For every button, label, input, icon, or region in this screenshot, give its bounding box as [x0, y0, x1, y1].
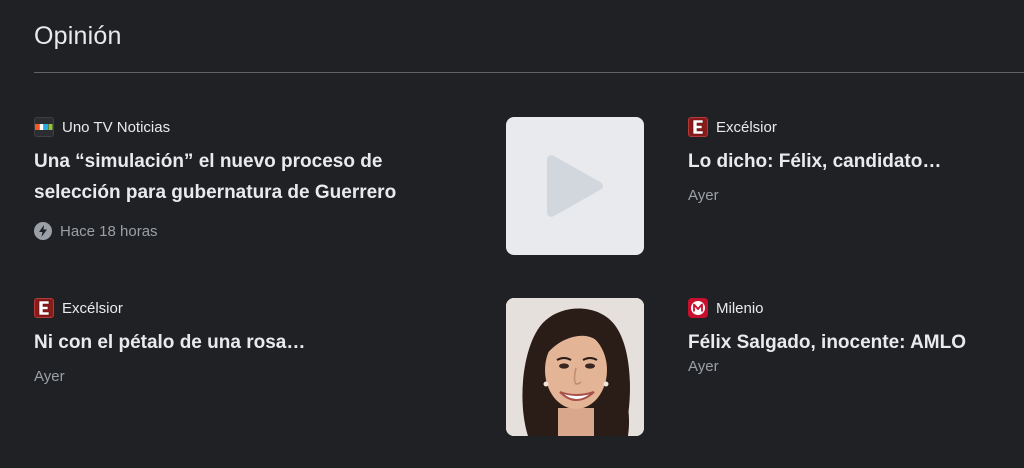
article-card-milenio[interactable]: Milenio Félix Salgado, inocente: AMLO Ay…	[688, 298, 1008, 375]
article-meta: Hace 18 horas	[34, 222, 474, 240]
article-card-excelsior-lo-dicho[interactable]: Excélsior Lo dicho: Félix, candidato… Ay…	[688, 117, 1008, 204]
article-card-unotv[interactable]: Uno TV Noticias Una “simulación” el nuev…	[34, 117, 474, 240]
article-time: Ayer	[34, 368, 65, 385]
article-meta: Ayer	[688, 358, 1008, 375]
source-name: Milenio	[716, 299, 764, 317]
article-time: Ayer	[688, 187, 719, 204]
article-time: Hace 18 horas	[60, 222, 158, 240]
article-source: Excélsior	[688, 117, 1008, 137]
excelsior-logo-icon	[688, 117, 708, 137]
article-time: Ayer	[688, 358, 719, 375]
article-source: Uno TV Noticias	[34, 117, 474, 137]
source-name: Excélsior	[716, 118, 777, 136]
author-photo-thumbnail[interactable]	[506, 298, 644, 436]
article-headline[interactable]: Ni con el pétalo de una rosa…	[34, 327, 474, 358]
article-headline[interactable]: Félix Salgado, inocente: AMLO	[688, 327, 1008, 358]
source-name: Uno TV Noticias	[62, 118, 171, 136]
article-source: Excélsior	[34, 298, 474, 318]
section-title[interactable]: Opinión	[34, 22, 122, 51]
article-meta: Ayer	[34, 368, 474, 385]
article-meta: Ayer	[688, 187, 1008, 204]
article-headline[interactable]: Una “simulación” el nuevo proceso de sel…	[34, 146, 474, 208]
source-name: Excélsior	[62, 299, 123, 317]
author-portrait	[506, 298, 644, 436]
video-thumbnail[interactable]	[506, 117, 644, 255]
headline-line: Una “simulación” el nuevo proceso de	[34, 151, 383, 172]
section-divider	[34, 72, 1024, 73]
article-card-excelsior-petalo[interactable]: Excélsior Ni con el pétalo de una rosa… …	[34, 298, 474, 385]
bolt-icon	[34, 222, 52, 240]
headline-line: selección para gubernatura de Guerrero	[34, 182, 397, 203]
article-headline[interactable]: Lo dicho: Félix, candidato…	[688, 146, 1008, 177]
article-source: Milenio	[688, 298, 1008, 318]
milenio-logo-icon	[688, 298, 708, 318]
play-icon	[547, 155, 603, 217]
excelsior-logo-icon	[34, 298, 54, 318]
unotv-logo-icon	[34, 117, 54, 137]
